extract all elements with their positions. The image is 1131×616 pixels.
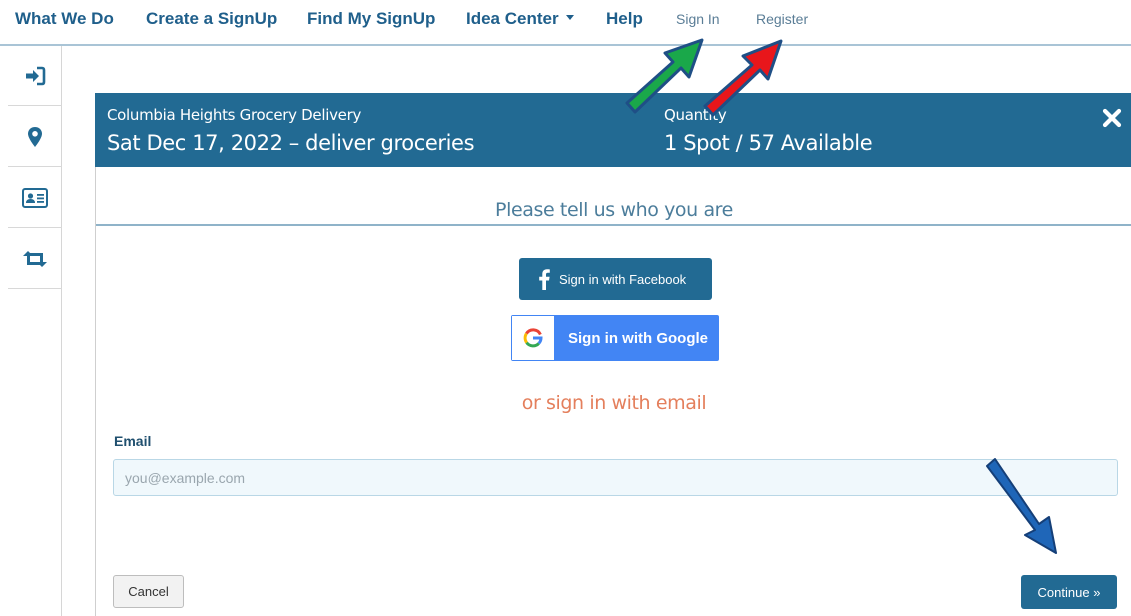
google-signin-button[interactable]: Sign in with Google xyxy=(511,315,719,361)
nav-divider xyxy=(0,44,1131,46)
modal-header: Columbia Heights Grocery Delivery Sat De… xyxy=(95,93,1131,167)
facebook-signin-label: Sign in with Facebook xyxy=(559,271,687,287)
nav-idea-center[interactable]: Idea Center xyxy=(466,9,574,29)
sign-in-icon xyxy=(26,66,46,85)
nav-find-my-signup[interactable]: Find My SignUp xyxy=(307,9,435,29)
email-label: Email xyxy=(114,433,152,449)
google-signin-label: Sign in with Google xyxy=(568,329,708,347)
map-marker-icon xyxy=(28,126,42,147)
nav-what-we-do[interactable]: What We Do xyxy=(15,9,114,29)
nav-idea-center-label: Idea Center xyxy=(466,9,559,28)
signin-modal-body: Please tell us who you are Sign in with … xyxy=(95,167,1131,616)
nav-sign-in[interactable]: Sign In xyxy=(676,11,720,27)
facebook-icon xyxy=(539,269,550,290)
caret-down-icon xyxy=(565,15,574,21)
close-button[interactable] xyxy=(1099,105,1125,131)
google-icon xyxy=(523,328,543,348)
nav-create-signup[interactable]: Create a SignUp xyxy=(146,9,277,29)
continue-button[interactable]: Continue » xyxy=(1021,575,1117,609)
retweet-icon xyxy=(23,250,47,267)
or-sign-in-with-email: or sign in with email xyxy=(521,392,707,414)
quantity-value: 1 Spot / 57 Available xyxy=(664,131,873,155)
contact-card-icon xyxy=(22,187,48,208)
nav-register[interactable]: Register xyxy=(756,11,808,27)
facebook-signin-button[interactable]: Sign in with Facebook xyxy=(519,258,712,300)
quantity-label: Quantity xyxy=(664,106,727,124)
email-input[interactable] xyxy=(113,459,1118,496)
top-navigation: What We Do Create a SignUp Find My SignU… xyxy=(0,0,1131,40)
event-name: Columbia Heights Grocery Delivery xyxy=(107,106,362,124)
event-date: Sat Dec 17, 2022 – deliver groceries xyxy=(107,131,475,155)
google-logo-box xyxy=(512,316,554,360)
sidebar-item-swap[interactable] xyxy=(8,229,62,289)
section-title: Please tell us who you are xyxy=(495,199,733,221)
sidebar-item-location[interactable] xyxy=(8,107,62,167)
sidebar-item-sign-in[interactable] xyxy=(8,46,62,106)
sidebar-item-contact[interactable] xyxy=(8,168,62,228)
section-divider xyxy=(96,224,1131,226)
cancel-button[interactable]: Cancel xyxy=(113,575,184,608)
nav-help[interactable]: Help xyxy=(606,9,643,29)
sidebar xyxy=(0,46,62,616)
close-icon xyxy=(1102,108,1122,128)
